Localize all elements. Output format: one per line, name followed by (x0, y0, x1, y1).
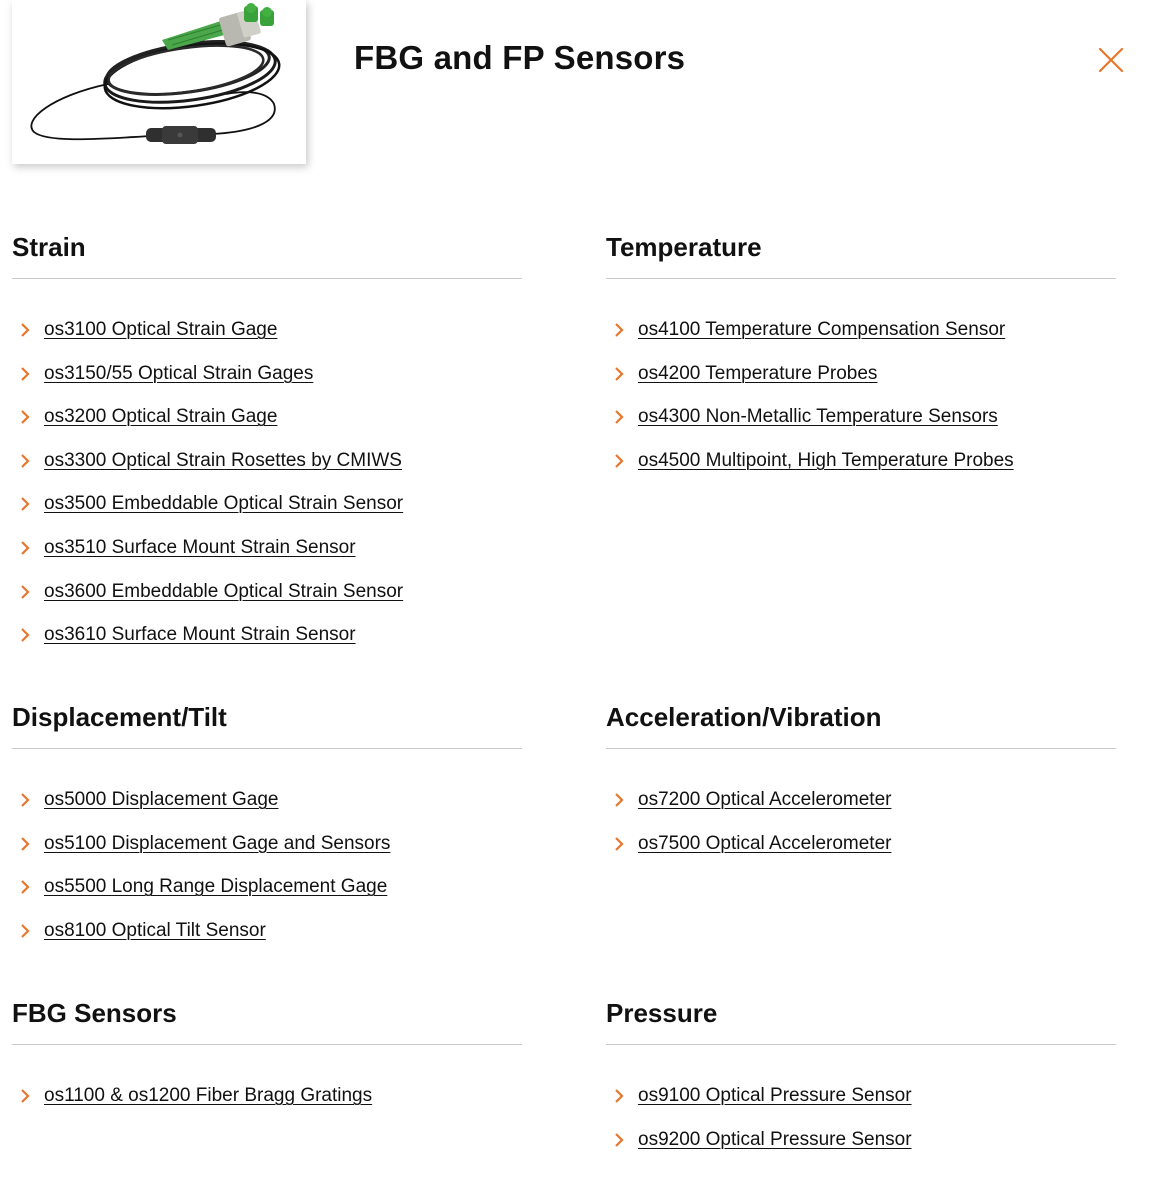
list-item: os9200 Optical Pressure Sensor (606, 1125, 1116, 1169)
list-item: os3200 Optical Strain Gage (12, 402, 522, 446)
list-item: os5500 Long Range Displacement Gage (12, 872, 522, 916)
fiber-optic-sensor-cable-image (30, 3, 281, 144)
product-link[interactable]: os9100 Optical Pressure Sensor (638, 1085, 912, 1106)
list-item: os4300 Non-Metallic Temperature Sensors (606, 402, 1116, 446)
section-acceleration-vibration: Acceleration/Vibration os7200 Optical Ac… (606, 700, 1116, 872)
page-title: FBG and FP Sensors (354, 39, 686, 76)
chevron-right-icon (21, 1089, 30, 1103)
product-link[interactable]: os4100 Temperature Compensation Sensor (638, 319, 1005, 340)
section-displacement-tilt: Displacement/Tilt os5000 Displacement Ga… (12, 700, 522, 959)
chevron-right-icon (21, 628, 30, 642)
section-title: Pressure (606, 996, 1116, 1045)
list-item: os3100 Optical Strain Gage (12, 315, 522, 359)
chevron-right-icon (21, 454, 30, 468)
link-list: os9100 Optical Pressure Sensor os9200 Op… (606, 1081, 1116, 1168)
list-item: os9100 Optical Pressure Sensor (606, 1081, 1116, 1125)
list-item: os7200 Optical Accelerometer (606, 785, 1116, 829)
product-link[interactable]: os3150/55 Optical Strain Gages (44, 363, 313, 384)
list-item: os1100 & os1200 Fiber Bragg Gratings (12, 1081, 522, 1125)
chevron-right-icon (615, 410, 624, 424)
list-item: os4200 Temperature Probes (606, 359, 1116, 403)
chevron-right-icon (21, 497, 30, 512)
close-icon (1098, 47, 1124, 73)
chevron-right-icon (21, 584, 30, 599)
product-link[interactable]: os4300 Non-Metallic Temperature Sensors (638, 406, 998, 427)
product-link[interactable]: os7200 Optical Accelerometer (638, 789, 891, 810)
link-list: os5000 Displacement Gage os5100 Displace… (12, 785, 522, 959)
section-pressure: Pressure os9100 Optical Pressure Sensor … (606, 996, 1116, 1168)
list-item: os5100 Displacement Gage and Sensors (12, 829, 522, 873)
list-item: os3500 Embeddable Optical Strain Sensor (12, 489, 522, 533)
product-image (12, 0, 306, 164)
section-fbg-sensors: FBG Sensors os1100 & os1200 Fiber Bragg … (12, 996, 522, 1125)
product-link[interactable]: os5500 Long Range Displacement Gage (44, 876, 387, 897)
product-link[interactable]: os3200 Optical Strain Gage (44, 406, 277, 427)
link-list: os1100 & os1200 Fiber Bragg Gratings (12, 1081, 522, 1125)
list-item: os3600 Embeddable Optical Strain Sensor (12, 577, 522, 621)
modal-header: FBG and FP Sensors (0, 0, 1151, 180)
link-list: os7200 Optical Accelerometer os7500 Opti… (606, 785, 1116, 872)
chevron-right-icon (615, 836, 624, 851)
product-link[interactable]: os3100 Optical Strain Gage (44, 319, 277, 340)
list-item: os4500 Multipoint, High Temperature Prob… (606, 446, 1116, 490)
list-item: os7500 Optical Accelerometer (606, 829, 1116, 873)
chevron-right-icon (615, 1132, 624, 1147)
chevron-right-icon (21, 366, 30, 381)
chevron-right-icon (615, 366, 624, 381)
product-link[interactable]: os5000 Displacement Gage (44, 789, 278, 810)
product-link[interactable]: os3510 Surface Mount Strain Sensor (44, 537, 356, 558)
list-item: os3150/55 Optical Strain Gages (12, 359, 522, 403)
close-button[interactable] (1094, 43, 1128, 77)
chevron-right-icon (615, 323, 624, 337)
list-item: os8100 Optical Tilt Sensor (12, 916, 522, 960)
list-item: os4100 Temperature Compensation Sensor (606, 315, 1116, 359)
product-link[interactable]: os3500 Embeddable Optical Strain Sensor (44, 493, 403, 514)
chevron-right-icon (21, 410, 30, 424)
list-item: os3610 Surface Mount Strain Sensor (12, 620, 522, 664)
link-list: os3100 Optical Strain Gage os3150/55 Opt… (12, 315, 522, 664)
product-link[interactable]: os4500 Multipoint, High Temperature Prob… (638, 450, 1014, 471)
chevron-right-icon (21, 880, 30, 894)
product-link[interactable]: os7500 Optical Accelerometer (638, 833, 891, 854)
chevron-right-icon (615, 454, 624, 468)
product-link[interactable]: os5100 Displacement Gage and Sensors (44, 833, 390, 854)
product-link[interactable]: os8100 Optical Tilt Sensor (44, 920, 266, 941)
chevron-right-icon (21, 836, 30, 851)
link-list: os4100 Temperature Compensation Sensor o… (606, 315, 1116, 489)
section-title: FBG Sensors (12, 996, 522, 1045)
section-title: Displacement/Tilt (12, 700, 522, 749)
chevron-right-icon (21, 924, 30, 938)
section-title: Acceleration/Vibration (606, 700, 1116, 749)
product-link[interactable]: os3600 Embeddable Optical Strain Sensor (44, 581, 403, 602)
section-title: Strain (12, 230, 522, 279)
chevron-right-icon (615, 793, 624, 807)
chevron-right-icon (21, 793, 30, 807)
product-link[interactable]: os4200 Temperature Probes (638, 363, 877, 384)
chevron-right-icon (21, 541, 30, 555)
section-title: Temperature (606, 230, 1116, 279)
section-strain: Strain os3100 Optical Strain Gage os3150… (12, 230, 522, 664)
list-item: os3300 Optical Strain Rosettes by CMIWS (12, 446, 522, 490)
section-temperature: Temperature os4100 Temperature Compensat… (606, 230, 1116, 489)
product-link[interactable]: os3610 Surface Mount Strain Sensor (44, 624, 356, 645)
product-link[interactable]: os1100 & os1200 Fiber Bragg Gratings (44, 1085, 372, 1106)
product-link[interactable]: os9200 Optical Pressure Sensor (638, 1129, 912, 1150)
chevron-right-icon (615, 1089, 624, 1103)
product-link[interactable]: os3300 Optical Strain Rosettes by CMIWS (44, 450, 402, 471)
list-item: os5000 Displacement Gage (12, 785, 522, 829)
list-item: os3510 Surface Mount Strain Sensor (12, 533, 522, 577)
chevron-right-icon (21, 323, 30, 337)
